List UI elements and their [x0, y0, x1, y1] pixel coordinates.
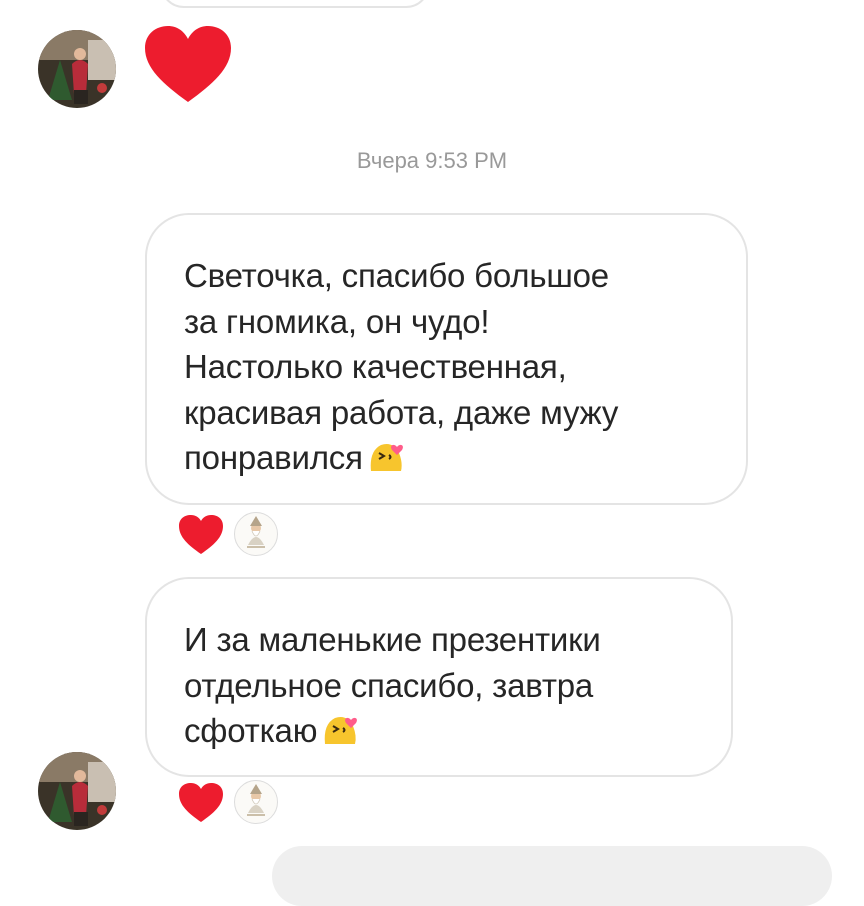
kissing-heart-emoji-icon: [367, 437, 407, 485]
sender-avatar[interactable]: [38, 752, 116, 830]
gnome-logo-icon: [247, 784, 265, 816]
message-bubble[interactable]: И за маленькие презентики отдельное спас…: [145, 577, 733, 777]
message-reactions[interactable]: [178, 780, 288, 826]
avatar-photo: [38, 30, 116, 108]
reactor-avatar[interactable]: [234, 780, 278, 824]
message-text-content: И за маленькие презентики отдельное спас…: [184, 621, 601, 749]
message-reactions[interactable]: [178, 512, 288, 558]
avatar-photo: [38, 752, 116, 830]
message-text: Светочка, спасибо большое за гномика, он…: [184, 253, 716, 485]
sender-avatar[interactable]: [38, 30, 116, 108]
heart-reaction-icon: [179, 783, 223, 822]
next-message-bubble[interactable]: [272, 846, 832, 906]
previous-message-bubble[interactable]: [160, 0, 430, 8]
heart-icon: [145, 26, 231, 102]
reactor-avatar[interactable]: [234, 512, 278, 556]
heart-message[interactable]: [143, 26, 233, 106]
message-text: И за маленькие презентики отдельное спас…: [184, 617, 701, 758]
kissing-heart-emoji-icon: [321, 710, 361, 758]
heart-reaction-icon: [179, 515, 223, 554]
message-bubble[interactable]: Светочка, спасибо большое за гномика, он…: [145, 213, 748, 505]
gnome-logo-icon: [247, 516, 265, 548]
message-timestamp: Вчера 9:53 PM: [356, 148, 508, 173]
